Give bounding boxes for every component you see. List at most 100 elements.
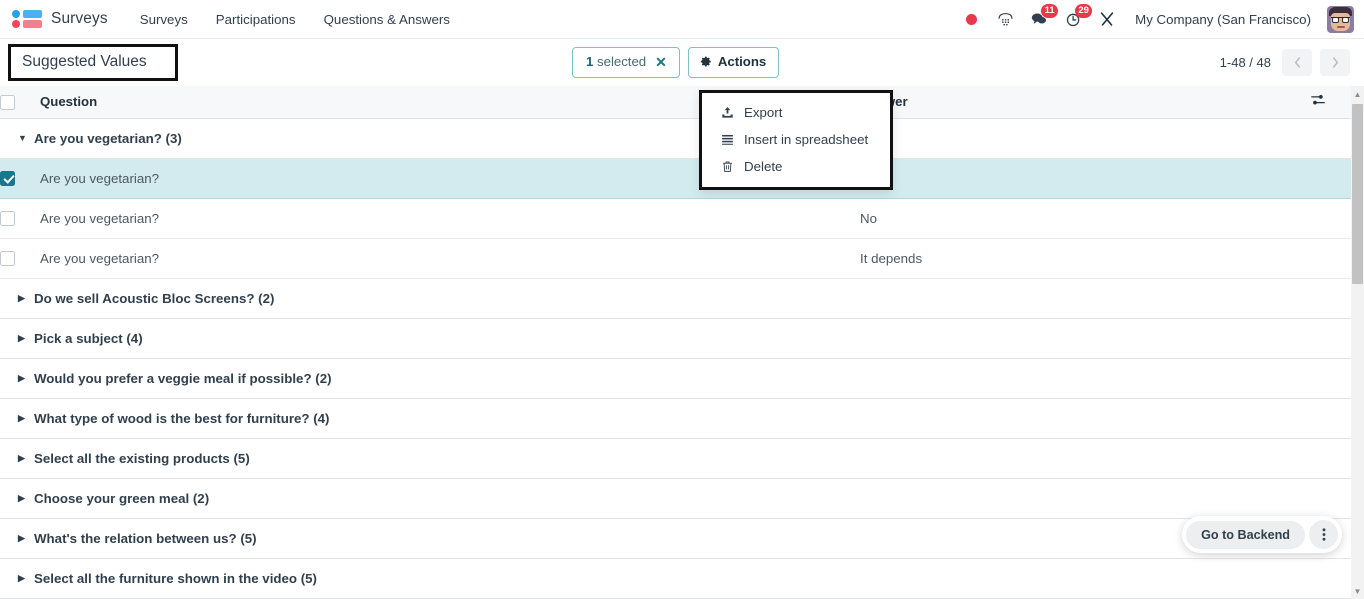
group-cell: ▶ Would you prefer a veggie meal if possi… [0,358,1351,398]
group-row[interactable]: ▶ Choose your green meal (2) [0,478,1351,518]
avatar[interactable] [1327,5,1354,33]
pager: 1-48 / 48 [1220,49,1350,76]
row-select-cell [0,198,40,238]
group-row[interactable]: ▼ Are you vegetarian? (3) [0,118,1351,158]
group-label: Do we sell Acoustic Bloc Screens? (2) [34,290,275,306]
group-row[interactable]: ▶ Do we sell Acoustic Bloc Screens? (2) [0,278,1351,318]
brand[interactable]: Surveys [12,9,126,29]
select-all-header [0,86,40,119]
group-label: What type of wood is the best for furnit… [34,410,330,426]
group-label: Select all the furniture shown in the vi… [34,570,317,586]
brand-name: Surveys [51,10,108,27]
caret-down-icon[interactable]: ▼ [18,133,34,143]
group-label: What's the relation between us? (5) [34,530,257,546]
group-row[interactable]: ▶ Select all the existing products (5) [0,438,1351,478]
caret-right-icon[interactable]: ▶ [18,493,34,504]
record-dot-icon[interactable] [955,3,987,35]
group-row[interactable]: ▶ Would you prefer a veggie meal if possi… [0,358,1351,398]
scrollbar-thumb[interactable] [1352,104,1363,284]
row-checkbox[interactable] [0,210,15,226]
page-title-input[interactable]: Suggested Values [8,44,178,81]
caret-right-icon[interactable]: ▶ [18,533,34,544]
group-label: Would you prefer a veggie meal if possib… [34,370,332,386]
column-header-answer[interactable]: Answer [860,86,1310,119]
optional-columns-header [1310,86,1351,119]
select-all-checkbox[interactable] [0,94,15,110]
selection-badge[interactable]: 1 selected ✕ [572,47,680,78]
group-cell: ▶ Pick a subject (4) [0,318,1351,358]
caret-right-icon[interactable]: ▶ [18,333,34,344]
row-checkbox[interactable] [0,170,15,186]
systray: 11 29 My Company (San Francisco) [955,3,1354,35]
table-body: ▼ Are you vegetarian? (3) Are you vegetari… [0,118,1351,599]
cell-answer[interactable]: It depends [860,238,1351,278]
selection-label: selected [597,54,647,70]
sliders-icon[interactable] [1310,92,1326,111]
cell-answer[interactable]: Yes [860,158,1351,199]
company-switcher[interactable]: My Company (San Francisco) [1125,5,1321,34]
control-panel: Suggested Values 1 selected ✕ Actions 1-… [0,39,1364,86]
row-select-cell [0,158,40,199]
wrench-icon[interactable] [1091,3,1123,35]
group-cell: ▶ Do we sell Acoustic Bloc Screens? (2) [0,278,1351,318]
records-table: Question Answer ▼Are you vegetarian? (3)… [0,86,1351,599]
top-navbar: Surveys Surveys Participations Questions… [0,0,1364,39]
caret-right-icon[interactable]: ▶ [18,573,34,584]
caret-right-icon[interactable]: ▶ [18,293,34,304]
actions-dropdown-menu: Export Insert in spreadsheet Delete [699,90,893,190]
group-cell: ▶ Choose your green meal (2) [0,478,1351,518]
scroll-up-icon[interactable]: ▲ [1351,86,1364,102]
selection-count: 1 [586,54,594,70]
nav-item-participations[interactable]: Participations [202,3,310,36]
group-cell: ▶ What type of wood is the best for furni… [0,398,1351,438]
pager-next-button[interactable] [1320,49,1350,76]
group-row[interactable]: ▶ Pick a subject (4) [0,318,1351,358]
row-checkbox[interactable] [0,250,15,266]
group-label: Choose your green meal (2) [34,490,210,506]
vertical-dots-icon [1322,528,1325,541]
scroll-down-icon[interactable]: ▼ [1351,583,1364,599]
table-row[interactable]: Are you vegetarian?Yes [0,158,1351,199]
trash-icon [720,160,734,173]
actions-button[interactable]: Actions [687,47,780,78]
vertical-scrollbar[interactable]: ▲ ▼ [1351,86,1364,599]
group-cell: ▶ What's the relation between us? (5) [0,518,1351,558]
row-select-cell [0,238,40,278]
group-row[interactable]: ▶ What's the relation between us? (5) [0,518,1351,558]
dialpad-icon[interactable] [989,3,1021,35]
menu-item-insert-label: Insert in spreadsheet [744,132,869,147]
caret-right-icon[interactable]: ▶ [18,413,34,424]
floating-action-group: Go to Backend [1182,516,1342,553]
gear-icon [700,57,711,67]
group-cell: ▶ Select all the furniture shown in the v… [0,558,1351,598]
cell-question[interactable]: Are you vegetarian? [40,198,860,238]
activities-badge: 29 [1075,4,1093,18]
go-to-backend-button[interactable]: Go to Backend [1186,520,1305,549]
activities-button[interactable]: 29 [1057,3,1093,35]
caret-right-icon[interactable]: ▶ [18,453,34,464]
group-label: Select all the existing products (5) [34,450,250,466]
menu-item-delete[interactable]: Delete [702,153,890,180]
pager-previous-button[interactable] [1282,49,1312,76]
group-row[interactable]: ▶ Select all the furniture shown in the v… [0,558,1351,598]
table-header-row: Question Answer [0,86,1351,119]
group-row[interactable]: ▶ What type of wood is the best for furni… [0,398,1351,438]
surveys-logo-icon [12,9,42,29]
table-row[interactable]: Are you vegetarian? It depends [0,238,1351,278]
cell-answer[interactable]: No [860,198,1351,238]
nav-item-questions-answers[interactable]: Questions & Answers [310,3,464,36]
menu-item-insert-in-spreadsheet[interactable]: Insert in spreadsheet [702,126,890,153]
actions-label: Actions [717,54,767,70]
table-row[interactable]: Are you vegetarian? No [0,198,1351,238]
nav-item-surveys[interactable]: Surveys [126,3,202,36]
cell-question[interactable]: Are you vegetarian? [40,238,860,278]
messages-badge: 11 [1041,4,1059,18]
caret-right-icon[interactable]: ▶ [18,373,34,384]
chevron-right-icon [1332,57,1338,68]
more-options-button[interactable] [1309,520,1338,549]
menu-item-export[interactable]: Export [702,99,890,126]
group-label: Are you vegetarian? (3) [34,130,182,146]
messages-button[interactable]: 11 [1023,3,1059,35]
menu-item-export-label: Export [744,105,783,120]
close-icon[interactable]: ✕ [655,55,667,69]
